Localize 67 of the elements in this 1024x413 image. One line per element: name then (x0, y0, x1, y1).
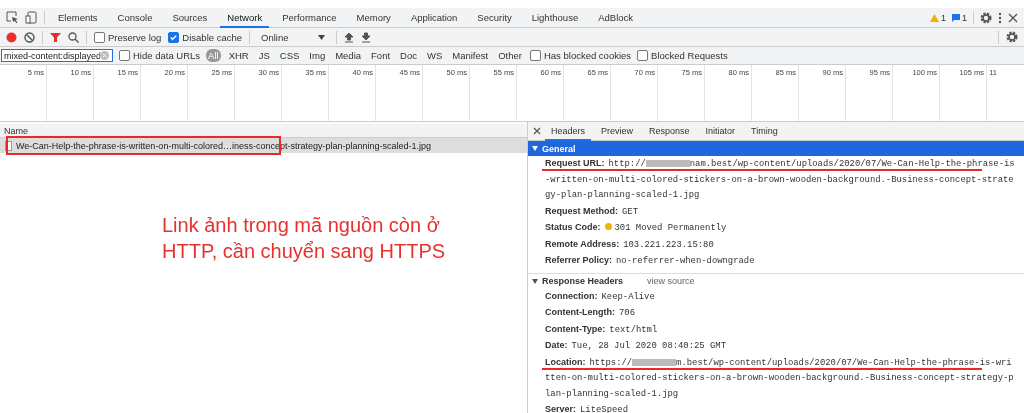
panel-tab[interactable]: AdBlock (591, 8, 641, 28)
type-filter[interactable]: Other (496, 49, 524, 62)
clear-icon[interactable] (24, 31, 35, 43)
header-row-text: Date: Tue, 28 Jul 2020 08:40:25 GMT (544, 339, 727, 353)
blocked-requests-checkbox[interactable]: Blocked Requests (637, 50, 728, 61)
close-icon[interactable] (533, 127, 541, 135)
panel-tab[interactable]: Performance (275, 8, 344, 28)
header-row-text: Status Code: 301 Moved Permanently (544, 221, 728, 235)
file-icon (5, 140, 12, 151)
header-row-text: Request Method: GET (544, 204, 639, 219)
column-header: Name (4, 125, 28, 136)
message-icon (952, 13, 960, 22)
warning-count: 1 (940, 12, 946, 23)
section-header[interactable]: General (528, 141, 1024, 156)
panel-tab[interactable]: Console (110, 8, 160, 28)
header-row: Location: https:// m.best/wp-content/uploads/2020/07/We-Can-Help-the-phrase-is-written-on-multi-colored-stickers-on-a-brown-wooden-background.-Business-concept-strategy-plan-planning-scaled-1.jpg (528, 354, 1024, 402)
detail-tab[interactable]: Response (643, 122, 696, 141)
caret-icon (532, 278, 538, 284)
type-filter[interactable]: WS (424, 49, 445, 62)
panel-tab[interactable]: Application (403, 8, 465, 28)
preserve-log-checkbox[interactable]: Preserve log (94, 31, 162, 43)
caret-icon (318, 34, 326, 40)
warning-icon (929, 13, 939, 22)
settings-icon[interactable] (980, 11, 992, 24)
record-icon[interactable] (6, 31, 17, 43)
header-row-text: Connection: Keep-Alive (544, 289, 656, 304)
inspect-icon[interactable] (6, 11, 19, 24)
type-filter[interactable]: XHR (226, 49, 251, 62)
header-row: Request URL: http:// nam.best/wp-content/uploads/2020/07/We-Can-Help-the-phrase-is-written-on-multi-colored-stickers-on-a-brown-wooden-background.-Business-concept-strategy-plan-planning-scaled-1.jpg (528, 156, 1024, 204)
header-row-text: Server: LiteSpeed (544, 403, 629, 413)
type-filter[interactable]: CSS (277, 49, 302, 62)
download-icon[interactable] (361, 31, 372, 43)
header-row-text: Content-Type: text/html (544, 322, 659, 337)
device-icon[interactable] (25, 11, 38, 24)
panel-tab[interactable]: Sources (165, 8, 215, 28)
detail-tab[interactable]: Timing (745, 122, 784, 141)
header-row-text: Content-Length: 706 (544, 306, 636, 320)
type-filter[interactable]: Img (307, 49, 328, 62)
annotation-text: Link ảnh trong mã nguồn còn ở HTTP, cần chuyển sang HTTPS (162, 213, 446, 264)
type-filter[interactable]: Doc (398, 49, 419, 62)
caret-icon (532, 146, 538, 151)
section-header[interactable]: Response Headers view source (528, 273, 1024, 289)
panel-tab[interactable]: Memory (349, 8, 398, 28)
disable-cache-checkbox[interactable]: Disable cache (168, 31, 242, 43)
blocked-cookies-checkbox[interactable]: Has blocked cookies (529, 50, 632, 61)
search-icon[interactable] (68, 31, 79, 43)
panel-tab[interactable]: Elements (51, 8, 105, 28)
message-count: 1 (962, 12, 967, 23)
type-filter[interactable]: JS (256, 49, 272, 62)
more-icon[interactable] (998, 11, 1002, 24)
type-filter[interactable]: Manifest (450, 49, 491, 62)
header-row-text: Remote Address: 103.221.223.15:80 (544, 237, 715, 252)
detail-tab[interactable]: Initiator (699, 122, 742, 141)
detail-tab[interactable]: Preview (595, 122, 640, 141)
filter-field[interactable]: mixed-content:displayed (1, 49, 113, 62)
close-icon[interactable] (1008, 12, 1018, 23)
check-icon (169, 32, 179, 42)
hide-data-urls-checkbox[interactable]: Hide data URLs (119, 50, 201, 61)
panel-tab[interactable]: Security (470, 8, 519, 28)
type-filter[interactable]: Media (333, 49, 364, 62)
throttling-select[interactable]: Online (257, 31, 330, 43)
filter-icon[interactable] (50, 31, 61, 43)
upload-icon[interactable] (344, 31, 355, 43)
header-row-text: Referrer Policy: no-referrer-when-downgrade (544, 254, 756, 268)
type-filter[interactable]: Font (369, 49, 393, 62)
panel-tab[interactable]: Lighthouse (524, 8, 586, 28)
settings-icon[interactable] (1006, 31, 1018, 43)
